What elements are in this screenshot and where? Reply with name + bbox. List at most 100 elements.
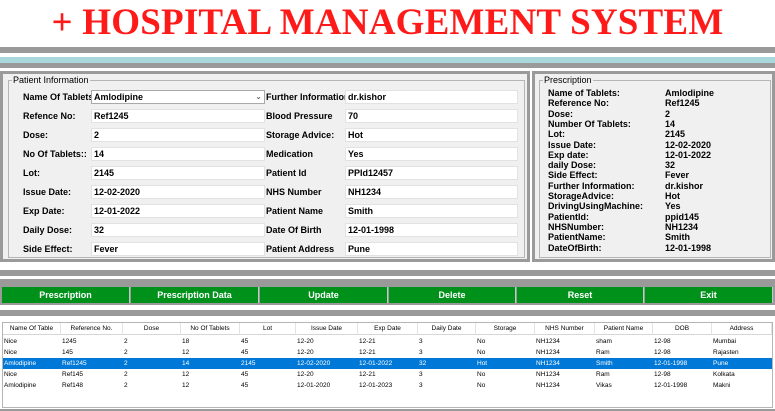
- field-input[interactable]: PPId12457: [345, 166, 518, 180]
- table-cell: 12-21: [359, 338, 376, 345]
- records-table[interactable]: Name Of Table Reference No. Dose No Of Tabl…: [2, 322, 773, 408]
- field-value: Pune: [348, 244, 371, 254]
- table-cell: 2: [124, 338, 128, 345]
- table-cell: 2: [124, 360, 128, 367]
- table-cell: 1245: [62, 338, 77, 345]
- column-header[interactable]: NHS Number: [535, 323, 595, 335]
- table-cell: NH1234: [536, 371, 560, 378]
- field-input[interactable]: Smith: [345, 204, 518, 218]
- field-value: 2: [94, 130, 100, 140]
- table-cell: Nice: [4, 338, 18, 345]
- field-label: No Of Tablets::: [23, 149, 87, 159]
- tablet-name-combo[interactable]: Amlodipine ⌄: [91, 90, 265, 104]
- table-cell: 45: [241, 382, 249, 389]
- field-input[interactable]: Pune: [345, 242, 518, 256]
- table-cell: Amlodipine: [4, 360, 37, 367]
- table-cell: No: [477, 371, 486, 378]
- column-header[interactable]: No Of Tablets: [181, 323, 240, 335]
- column-header[interactable]: Daily Date: [418, 323, 476, 335]
- field-input[interactable]: dr.kishor: [345, 90, 518, 104]
- column-header[interactable]: Exp Date: [358, 323, 418, 335]
- field-input[interactable]: 14: [91, 147, 265, 161]
- field-input[interactable]: 32: [91, 223, 265, 237]
- field-value: Amlodipine: [94, 92, 143, 102]
- exit-button[interactable]: Exit: [645, 287, 773, 303]
- field-value: 2145: [94, 168, 115, 178]
- field-label: Patient Name: [266, 206, 324, 216]
- table-cell: 12-01-2023: [359, 382, 393, 389]
- table-cell: 12-98: [654, 371, 671, 378]
- field-value: Ref1245: [94, 111, 129, 121]
- table-cell: 2: [124, 349, 128, 356]
- table-cell: 12: [182, 371, 190, 378]
- prescription-row: DateOfBirth: 12-01-1998: [548, 243, 748, 254]
- table-cell: 45: [241, 338, 249, 345]
- table-cell: Nice: [4, 371, 18, 378]
- column-header[interactable]: Storage: [476, 323, 535, 335]
- delete-button[interactable]: Delete: [389, 287, 516, 303]
- table-cell: Ref1245: [62, 360, 87, 367]
- field-input[interactable]: Fever: [91, 242, 265, 256]
- column-header[interactable]: Patient Name: [595, 323, 653, 335]
- field-label: Storage Advice:: [266, 130, 335, 140]
- table-cell: 3: [419, 338, 423, 345]
- prescription-key: DateOfBirth:: [548, 242, 602, 253]
- column-header[interactable]: Dose: [123, 323, 181, 335]
- table-row[interactable]: Nice 145 2 12 45 12-20 12-21 3 No NH1234 Ram 12-98 R…: [3, 347, 772, 358]
- field-input[interactable]: Ref1245: [91, 109, 265, 123]
- field-input[interactable]: 2: [91, 128, 265, 142]
- field-input[interactable]: 12-01-1998: [345, 223, 518, 237]
- field-label: Name Of Tablets: [23, 92, 94, 102]
- table-cell: 45: [241, 371, 249, 378]
- table-cell: No: [477, 382, 486, 389]
- table-cell: Ref148: [62, 382, 83, 389]
- column-header[interactable]: DOB: [653, 323, 712, 335]
- field-value: Hot: [348, 130, 363, 140]
- chevron-down-icon[interactable]: ⌄: [255, 91, 262, 103]
- field-label: Issue Date:: [23, 187, 72, 197]
- table-cell: No: [477, 338, 486, 345]
- table-row[interactable]: Nice Ref145 2 12 45 12-20 12-21 3 No NH1234 Ram 12-…: [3, 369, 772, 380]
- field-input[interactable]: 70: [345, 109, 518, 123]
- patient-info-group: Patient Information Name Of Tablets Amlod…: [8, 74, 525, 258]
- table-cell: 12: [182, 382, 190, 389]
- field-value: dr.kishor: [348, 92, 387, 102]
- prescription-data-button[interactable]: Prescription Data: [131, 287, 259, 303]
- field-input[interactable]: 12-02-2020: [91, 185, 265, 199]
- table-cell: 12-02-2020: [297, 360, 331, 367]
- field-label: Further Information: [266, 92, 350, 102]
- table-cell: Ram: [596, 371, 610, 378]
- table-cell: Smith: [596, 360, 613, 367]
- field-input[interactable]: 12-01-2022: [91, 204, 265, 218]
- field-label: Blood Pressure: [266, 111, 333, 121]
- update-button[interactable]: Update: [260, 287, 388, 303]
- table-cell: Rajasten: [713, 349, 739, 356]
- column-header[interactable]: Lot: [240, 323, 296, 335]
- column-header[interactable]: Issue Date: [296, 323, 358, 335]
- field-value: PPId12457: [348, 168, 394, 178]
- field-label: Dose:: [23, 130, 49, 140]
- table-cell: Vikas: [596, 382, 612, 389]
- prescription-button[interactable]: Prescription: [2, 287, 130, 303]
- action-button-bar: Prescription Prescription Data Update Delet…: [0, 285, 775, 305]
- table-cell: 12-98: [654, 349, 671, 356]
- table-row[interactable]: Nice 1245 2 18 45 12-20 12-21 3 No NH1234 sham 12-9…: [3, 336, 772, 347]
- table-cell: NH1234: [536, 349, 560, 356]
- table-cell: 3: [419, 349, 423, 356]
- column-header[interactable]: Address: [712, 323, 772, 335]
- field-input[interactable]: 2145: [91, 166, 265, 180]
- field-label: Lot:: [23, 168, 40, 178]
- table-cell: 14: [182, 360, 190, 367]
- column-header[interactable]: Reference No.: [61, 323, 123, 335]
- column-header[interactable]: Name Of Table: [3, 323, 61, 335]
- field-input[interactable]: NH1234: [345, 185, 518, 199]
- field-input[interactable]: Hot: [345, 128, 518, 142]
- table-row[interactable]: Amlodipine Ref148 2 12 45 12-01-2020 12-01-202…: [3, 380, 772, 391]
- field-value: Fever: [94, 244, 119, 254]
- field-input[interactable]: Yes: [345, 147, 518, 161]
- table-header: Name Of Table Reference No. Dose No Of Tabl…: [3, 323, 772, 335]
- reset-button[interactable]: Reset: [517, 287, 644, 303]
- table-row[interactable]: Amlodipine Ref1245 2 14 2145 12-02-2020 12-01-…: [3, 358, 772, 369]
- patient-info-legend: Patient Information: [12, 74, 90, 86]
- divider-band: [0, 262, 775, 270]
